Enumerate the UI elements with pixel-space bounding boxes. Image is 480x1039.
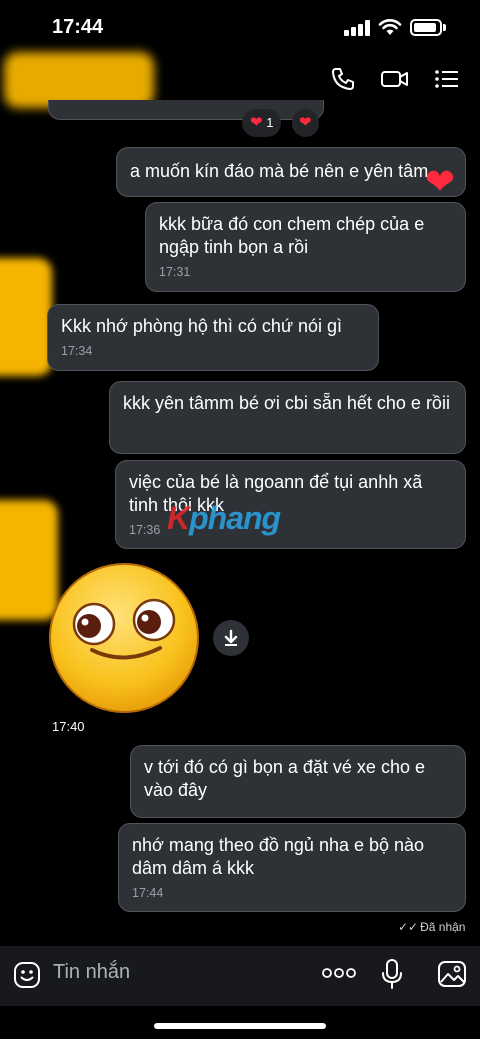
message-time: 17:31 — [159, 265, 191, 279]
signal-icon — [344, 20, 372, 36]
video-camera-icon[interactable] — [380, 66, 410, 92]
message-time: 17:44 — [132, 886, 164, 900]
battery-tip — [443, 24, 446, 31]
home-indicator — [154, 1023, 326, 1029]
previous-message-bubble[interactable] — [48, 100, 324, 120]
message-text: a muốn kín đáo mà bé nên e yên tâm — [130, 161, 429, 181]
message-text: kkk yên tâmm bé ơi cbi sẵn hết cho e rồi… — [123, 393, 450, 413]
message-bubble-outgoing[interactable]: kkk bữa đó con chem chép của e ngập tinh… — [145, 202, 466, 292]
message-text: v tới đó có gì bọn a đặt vé xe cho e vào… — [144, 757, 425, 800]
message-bubble-outgoing[interactable]: v tới đó có gì bọn a đặt vé xe cho e vào… — [130, 745, 466, 818]
message-time: 17:34 — [61, 344, 93, 358]
battery-icon — [410, 19, 442, 36]
heart-icon: ❤ — [250, 114, 263, 131]
download-icon — [224, 629, 238, 646]
emoji-icon[interactable] — [13, 961, 41, 989]
message-bubble-outgoing[interactable]: nhớ mang theo đồ ngủ nha e bộ nào dâm dâ… — [118, 823, 466, 912]
microphone-icon[interactable] — [380, 958, 404, 990]
heart-icon: ❤ — [299, 114, 312, 131]
message-input[interactable]: Tin nhắn — [53, 961, 130, 984]
list-menu-icon[interactable] — [434, 66, 460, 92]
sticker-time: 17:40 — [52, 719, 85, 734]
message-bubble-outgoing[interactable]: a muốn kín đáo mà bé nên e yên tâm — [116, 147, 466, 197]
status-bar: 17:44 — [0, 0, 480, 52]
avatar-redacted — [0, 258, 52, 376]
message-text: Kkk nhớ phòng hộ thì có chứ nói gì — [61, 316, 343, 336]
reaction-chip-heart[interactable]: ❤ — [292, 109, 319, 137]
delivery-status-text: Đã nhận — [420, 920, 466, 934]
reaction-chip[interactable]: ❤ 1 — [242, 109, 282, 137]
delivery-status: ✓✓ Đã nhận — [398, 920, 465, 934]
more-options-icon[interactable] — [322, 966, 356, 980]
smiley-sticker[interactable] — [48, 562, 200, 714]
message-text: kkk bữa đó con chem chép của e ngập tinh… — [159, 214, 425, 257]
double-check-icon: ✓✓ — [398, 920, 419, 934]
status-time: 17:44 — [52, 16, 104, 38]
watermark-logo: Kphang — [167, 500, 281, 536]
message-bubble-incoming[interactable]: Kkk nhớ phòng hộ thì có chứ nói gì 17:34 — [47, 304, 379, 371]
reaction-count: 1 — [266, 115, 274, 130]
gallery-icon[interactable] — [437, 960, 467, 988]
heart-reaction-icon: ❤ — [424, 161, 456, 202]
message-bubble-outgoing[interactable]: kkk yên tâmm bé ơi cbi sẵn hết cho e rồi… — [109, 381, 466, 454]
download-button[interactable] — [213, 620, 249, 656]
phone-icon[interactable] — [330, 66, 356, 92]
message-composer: Tin nhắn — [0, 946, 480, 1006]
chat-header — [0, 52, 480, 108]
message-text: nhớ mang theo đồ ngủ nha e bộ nào dâm dâ… — [132, 835, 425, 878]
wifi-icon — [378, 19, 402, 35]
